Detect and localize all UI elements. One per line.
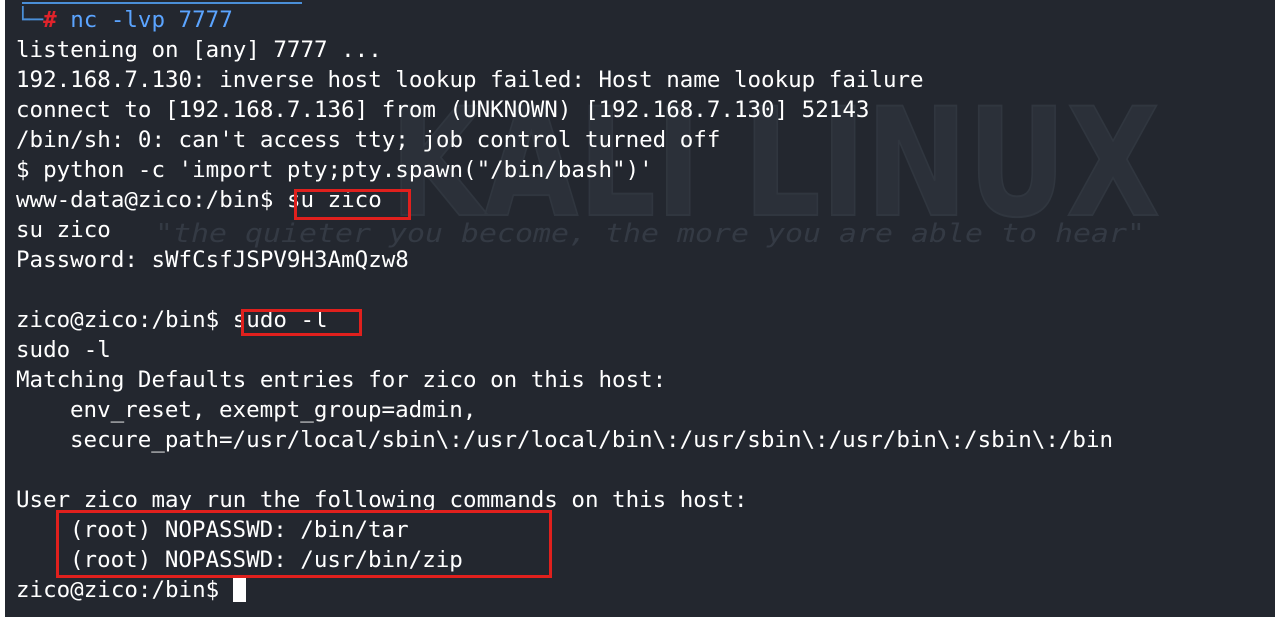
python-spawn-line: $ python -c 'import pty;pty.spawn("/bin/… (16, 157, 653, 183)
sudo-command: sudo -l (232, 307, 328, 333)
nc-command-line: └─# nc -lvp 7777 (16, 5, 233, 35)
output-line: connect to [192.168.7.136] from (UNKNOWN… (16, 97, 870, 123)
output-line: listening on [any] 7777 ... (16, 37, 382, 63)
output-line: 192.168.7.130: inverse host lookup faile… (16, 67, 924, 93)
output-line: User zico may run the following commands… (16, 487, 748, 513)
sudo-rule-line: (root) NOPASSWD: /usr/bin/zip (16, 545, 463, 575)
output-line: su zico (16, 217, 111, 243)
root-prompt-hash: # (43, 7, 57, 33)
su-command: su zico (286, 187, 382, 213)
sudo-rule-line: (root) NOPASSWD: /bin/tar (16, 515, 409, 545)
env-reset-text: env_reset, exempt_group=admin, (70, 397, 477, 423)
shell-prompt: www-data@zico:/bin$ (16, 187, 287, 213)
output-line: /bin/sh: 0: can't access tty; job contro… (16, 127, 721, 153)
output-line: secure_path=/usr/local/sbin\:/usr/local/… (16, 425, 1113, 455)
final-prompt-line[interactable]: zico@zico:/bin$ (16, 575, 246, 605)
output-line: env_reset, exempt_group=admin, (16, 395, 476, 425)
terminal-window[interactable]: KALI LINUX "the quieter you become, the … (5, 0, 1275, 617)
output-line: sudo -l (16, 337, 111, 363)
wwwdata-prompt-line: www-data@zico:/bin$ su zico (16, 185, 382, 215)
nopasswd-zip: (root) NOPASSWD: /usr/bin/zip (70, 547, 463, 573)
prompt-corner: └─ (16, 7, 44, 33)
nopasswd-tar: (root) NOPASSWD: /bin/tar (70, 517, 409, 543)
password-line: Password: sWfCsfJSPV9H3AmQzw8 (16, 247, 409, 273)
text-cursor[interactable] (232, 575, 246, 602)
zico-prompt-line: zico@zico:/bin$ sudo -l (16, 305, 328, 335)
shell-prompt: zico@zico:/bin$ (16, 577, 233, 603)
shell-prompt: zico@zico:/bin$ (16, 307, 233, 333)
previous-prompt-edge (22, 0, 302, 4)
secure-path-text: secure_path=/usr/local/sbin\:/usr/local/… (70, 427, 1114, 453)
nc-command: nc -lvp 7777 (70, 7, 233, 33)
output-line: Matching Defaults entries for zico on th… (16, 367, 667, 393)
